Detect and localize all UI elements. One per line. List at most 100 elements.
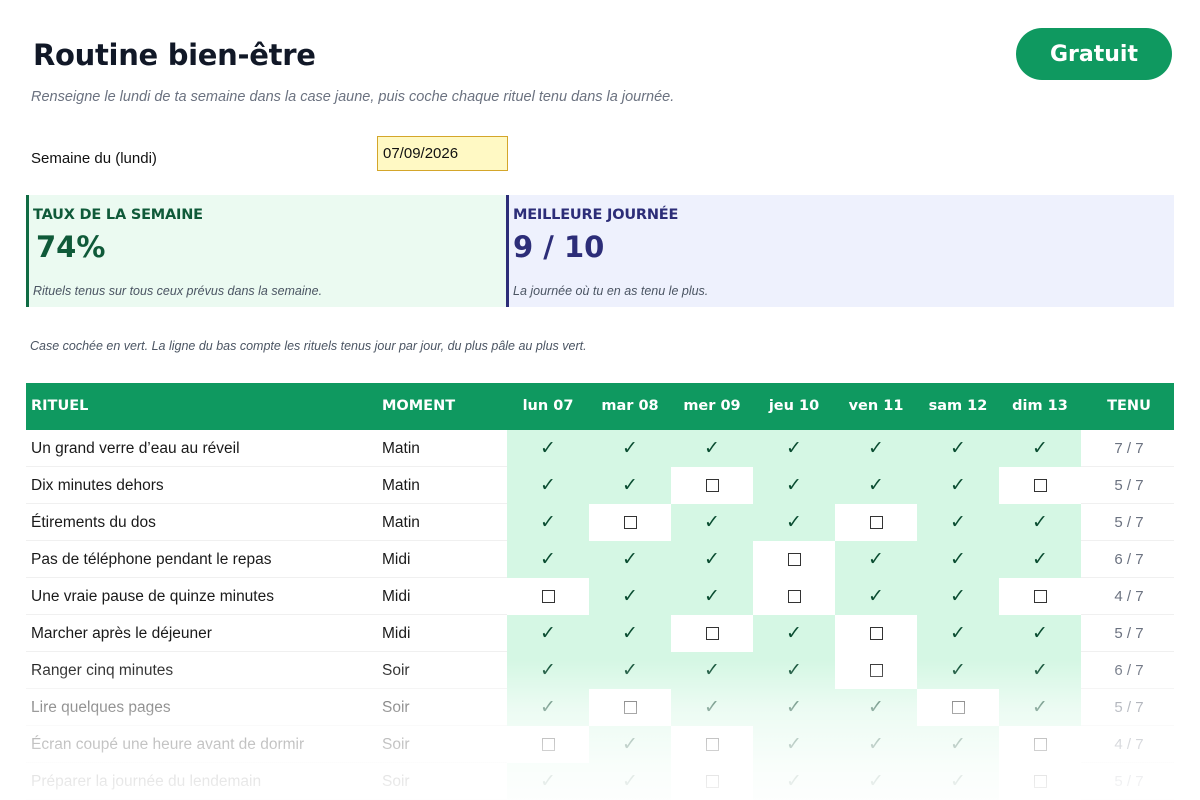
ritual-name: Pas de téléphone pendant le repas [31,551,272,568]
unchecked-cell[interactable] [671,726,753,763]
checked-cell[interactable]: ✓ [753,689,835,726]
check-icon: ✓ [950,549,966,570]
table-row: Étirements du dos Matin ✓ ✓ ✓ ✓ ✓ 5 / 7 [26,504,1174,541]
checked-cell[interactable]: ✓ [753,726,835,763]
checked-cell[interactable]: ✓ [589,467,671,504]
checked-cell[interactable]: ✓ [589,430,671,467]
checked-cell[interactable]: ✓ [835,689,917,726]
checked-cell[interactable]: ✓ [999,541,1081,578]
unchecked-cell[interactable] [671,763,753,800]
checkbox-icon [623,516,637,529]
checked-cell[interactable]: ✓ [507,763,589,800]
checked-cell[interactable]: ✓ [835,763,917,800]
checked-cell[interactable]: ✓ [507,652,589,689]
checked-cell[interactable]: ✓ [835,541,917,578]
checked-cell[interactable]: ✓ [507,615,589,652]
checked-cell[interactable]: ✓ [999,652,1081,689]
checked-cell[interactable]: ✓ [507,467,589,504]
check-icon: ✓ [704,549,720,570]
checked-cell[interactable]: ✓ [999,615,1081,652]
checked-cell[interactable]: ✓ [671,430,753,467]
unchecked-cell[interactable] [753,541,835,578]
ritual-moment: Midi [382,551,411,568]
unchecked-cell[interactable] [671,467,753,504]
ritual-tenu-count: 7 / 7 [1114,440,1144,457]
checked-cell[interactable]: ✓ [507,430,589,467]
checked-cell[interactable]: ✓ [917,467,999,504]
checked-cell[interactable]: ✓ [917,615,999,652]
ritual-tenu-count: 5 / 7 [1114,625,1144,642]
week-date-input[interactable] [377,136,508,171]
checked-cell[interactable]: ✓ [589,541,671,578]
checked-cell[interactable]: ✓ [507,504,589,541]
check-icon: ✓ [786,623,802,644]
checked-cell[interactable]: ✓ [671,689,753,726]
checked-cell[interactable]: ✓ [753,467,835,504]
unchecked-cell[interactable] [507,726,589,763]
checked-cell[interactable]: ✓ [999,504,1081,541]
checked-cell[interactable]: ✓ [835,578,917,615]
unchecked-cell[interactable] [589,504,671,541]
checked-cell[interactable]: ✓ [917,541,999,578]
checked-cell[interactable]: ✓ [753,504,835,541]
unchecked-cell[interactable] [999,578,1081,615]
checked-cell[interactable]: ✓ [589,652,671,689]
checked-cell[interactable]: ✓ [507,689,589,726]
checked-cell[interactable]: ✓ [835,726,917,763]
checked-cell[interactable]: ✓ [753,763,835,800]
unchecked-cell[interactable] [589,689,671,726]
checked-cell[interactable]: ✓ [999,689,1081,726]
checkbox-icon [1033,590,1047,603]
ritual-tenu-count: 4 / 7 [1114,588,1144,605]
checked-cell[interactable]: ✓ [671,541,753,578]
checked-cell[interactable]: ✓ [589,763,671,800]
ritual-moment: Soir [382,699,410,716]
check-icon: ✓ [1032,512,1048,533]
checked-cell[interactable]: ✓ [917,726,999,763]
free-badge-button[interactable]: Gratuit [1016,28,1172,80]
table-row: Lire quelques pages Soir ✓ ✓ ✓ ✓ ✓ 5 / 7 [26,689,1174,726]
checked-cell[interactable]: ✓ [917,430,999,467]
unchecked-cell[interactable] [753,578,835,615]
weekly-rate-note: Rituels tenus sur tous ceux prévus dans … [33,284,323,298]
check-icon: ✓ [950,475,966,496]
check-icon: ✓ [704,438,720,459]
unchecked-cell[interactable] [917,689,999,726]
checked-cell[interactable]: ✓ [917,504,999,541]
checked-cell[interactable]: ✓ [917,652,999,689]
unchecked-cell[interactable] [835,615,917,652]
unchecked-cell[interactable] [507,578,589,615]
checked-cell[interactable]: ✓ [917,763,999,800]
header-day: mer 09 [683,398,741,414]
check-icon: ✓ [540,771,556,792]
checked-cell[interactable]: ✓ [589,615,671,652]
checked-cell[interactable]: ✓ [999,430,1081,467]
checked-cell[interactable]: ✓ [589,726,671,763]
ritual-moment: Midi [382,625,411,642]
check-icon: ✓ [704,512,720,533]
unchecked-cell[interactable] [999,726,1081,763]
checked-cell[interactable]: ✓ [671,578,753,615]
unchecked-cell[interactable] [999,467,1081,504]
check-icon: ✓ [540,475,556,496]
best-day-title: MEILLEURE JOURNÉE [513,207,679,223]
unchecked-cell[interactable] [835,504,917,541]
checked-cell[interactable]: ✓ [589,578,671,615]
table-legend: Case cochée en vert. La ligne du bas com… [30,339,587,353]
checked-cell[interactable]: ✓ [753,430,835,467]
checked-cell[interactable]: ✓ [835,467,917,504]
checked-cell[interactable]: ✓ [835,430,917,467]
unchecked-cell[interactable] [999,763,1081,800]
checked-cell[interactable]: ✓ [753,615,835,652]
header-day: sam 12 [928,398,988,414]
checked-cell[interactable]: ✓ [671,652,753,689]
checked-cell[interactable]: ✓ [671,504,753,541]
unchecked-cell[interactable] [835,652,917,689]
ritual-name: Un grand verre d’eau au réveil [31,440,240,457]
checked-cell[interactable]: ✓ [507,541,589,578]
unchecked-cell[interactable] [671,615,753,652]
checkbox-icon [705,775,719,788]
ritual-name: Dix minutes dehors [31,477,164,494]
checked-cell[interactable]: ✓ [917,578,999,615]
checked-cell[interactable]: ✓ [753,652,835,689]
